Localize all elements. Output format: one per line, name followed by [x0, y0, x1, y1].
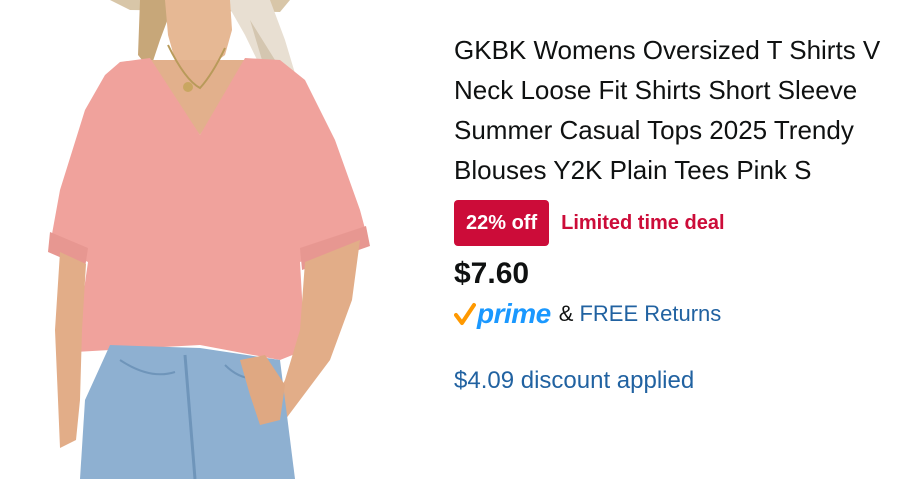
product-card[interactable]: GKBK Womens Oversized T Shirts V Neck Lo… — [0, 0, 912, 479]
ampersand: & — [558, 301, 574, 326]
prime-label: prime — [477, 298, 551, 329]
product-title[interactable]: GKBK Womens Oversized T Shirts V Neck Lo… — [454, 30, 884, 190]
check-icon — [454, 303, 476, 325]
discount-applied-text: $4.09 discount applied — [454, 367, 695, 394]
discount-badge: 22% off — [454, 200, 550, 246]
free-returns-link[interactable]: FREE Returns — [579, 301, 721, 327]
product-price: $7.60 — [454, 257, 530, 290]
deal-row: 22% off Limited time deal — [454, 200, 894, 246]
limited-time-deal-label: Limited time deal — [561, 211, 725, 234]
product-image[interactable] — [0, 0, 440, 479]
product-info: GKBK Womens Oversized T Shirts V Neck Lo… — [454, 30, 894, 396]
prime-logo: prime — [454, 298, 551, 330]
prime-row: prime & FREE Returns — [454, 296, 894, 332]
